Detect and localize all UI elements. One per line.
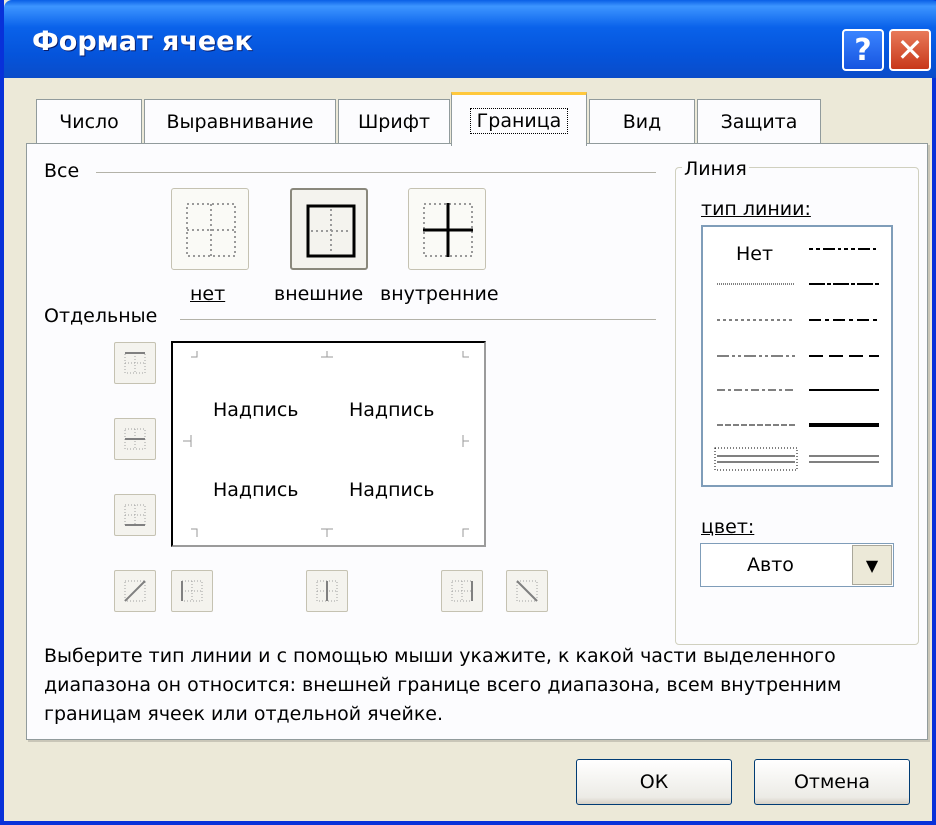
border-bottom-button[interactable] — [114, 494, 156, 536]
tab-label: Защита — [720, 110, 798, 133]
diagonal-down-icon — [516, 580, 538, 602]
ok-button-label: ОК — [639, 771, 669, 793]
tab-label: Выравнивание — [166, 110, 314, 133]
border-inside-horizontal-button[interactable] — [114, 418, 156, 460]
dropdown-arrow-button[interactable]: ▼ — [852, 545, 892, 585]
tab-protection[interactable]: Защита — [697, 99, 821, 143]
color-value: Авто — [747, 554, 794, 576]
border-right-icon — [451, 580, 473, 602]
tab-border[interactable]: Граница — [451, 92, 587, 146]
preset-none-button[interactable] — [171, 188, 249, 270]
preset-outline-button[interactable] — [290, 188, 368, 270]
close-button[interactable]: ✕ — [889, 29, 931, 71]
no-border-icon — [186, 203, 236, 257]
all-section-divider — [96, 172, 656, 173]
border-preview[interactable]: Надпись Надпись Надпись Надпись — [171, 341, 486, 547]
all-section-title: Все — [44, 160, 80, 182]
inside-border-icon — [423, 203, 473, 257]
border-left-button[interactable] — [171, 570, 213, 612]
line-type-label: тип линии: — [701, 198, 811, 220]
preview-cell-label: Надпись — [349, 479, 435, 501]
dialog-window: Формат ячеек ? ✕ Число Выравнивание Шриф… — [0, 0, 936, 825]
color-dropdown[interactable]: Авто ▼ — [700, 543, 894, 587]
border-diagonal-up-button[interactable] — [114, 570, 156, 612]
preset-inside-label: внутренние — [380, 283, 499, 305]
preview-corner-marks — [183, 351, 469, 537]
individual-section-title: Отдельные — [44, 305, 158, 327]
border-diagonal-down-button[interactable] — [506, 570, 548, 612]
border-inside-vertical-icon — [316, 580, 338, 602]
cancel-button-label: Отмена — [793, 771, 871, 793]
diagonal-up-icon — [124, 580, 146, 602]
tab-label: Шрифт — [357, 110, 431, 133]
preview-cell-label: Надпись — [349, 399, 435, 421]
tab-label: Вид — [622, 110, 662, 133]
border-bottom-icon — [124, 504, 146, 526]
preset-outline-label: внешние — [274, 283, 364, 305]
chevron-down-icon: ▼ — [865, 555, 879, 575]
title-bar[interactable]: Формат ячеек ? ✕ — [4, 0, 936, 78]
border-top-icon — [124, 352, 146, 374]
border-inside-vertical-button[interactable] — [306, 570, 348, 612]
border-inside-horizontal-icon — [124, 428, 146, 450]
line-style-selected-outline — [714, 447, 798, 471]
line-style-list[interactable]: Нет — [701, 225, 893, 487]
outline-border-icon — [306, 204, 356, 258]
color-label: цвет: — [701, 516, 755, 538]
tab-alignment[interactable]: Выравнивание — [144, 99, 336, 143]
tab-label: Число — [59, 110, 119, 133]
border-left-icon — [181, 580, 203, 602]
help-button[interactable]: ? — [842, 29, 884, 71]
close-icon: ✕ — [896, 31, 924, 69]
line-style-samples — [714, 248, 879, 471]
preset-inside-button[interactable] — [408, 188, 486, 270]
tab-label: Граница — [469, 107, 569, 134]
window-title: Формат ячеек — [32, 26, 253, 57]
line-group-title: Линия — [682, 158, 749, 180]
border-top-button[interactable] — [114, 342, 156, 384]
individual-section-divider — [180, 319, 656, 320]
help-icon: ? — [854, 32, 872, 68]
preset-none-label: нет — [190, 283, 226, 305]
cancel-button[interactable]: Отмена — [754, 759, 910, 805]
tab-view[interactable]: Вид — [589, 99, 695, 143]
tab-font[interactable]: Шрифт — [338, 99, 450, 143]
border-right-button[interactable] — [441, 570, 483, 612]
preview-cell-label: Надпись — [213, 399, 299, 421]
instruction-text: Выберите тип линии и с помощью мыши укаж… — [44, 645, 842, 725]
tab-number[interactable]: Число — [36, 99, 142, 143]
preview-cell-label: Надпись — [213, 479, 299, 501]
ok-button[interactable]: ОК — [576, 759, 732, 805]
